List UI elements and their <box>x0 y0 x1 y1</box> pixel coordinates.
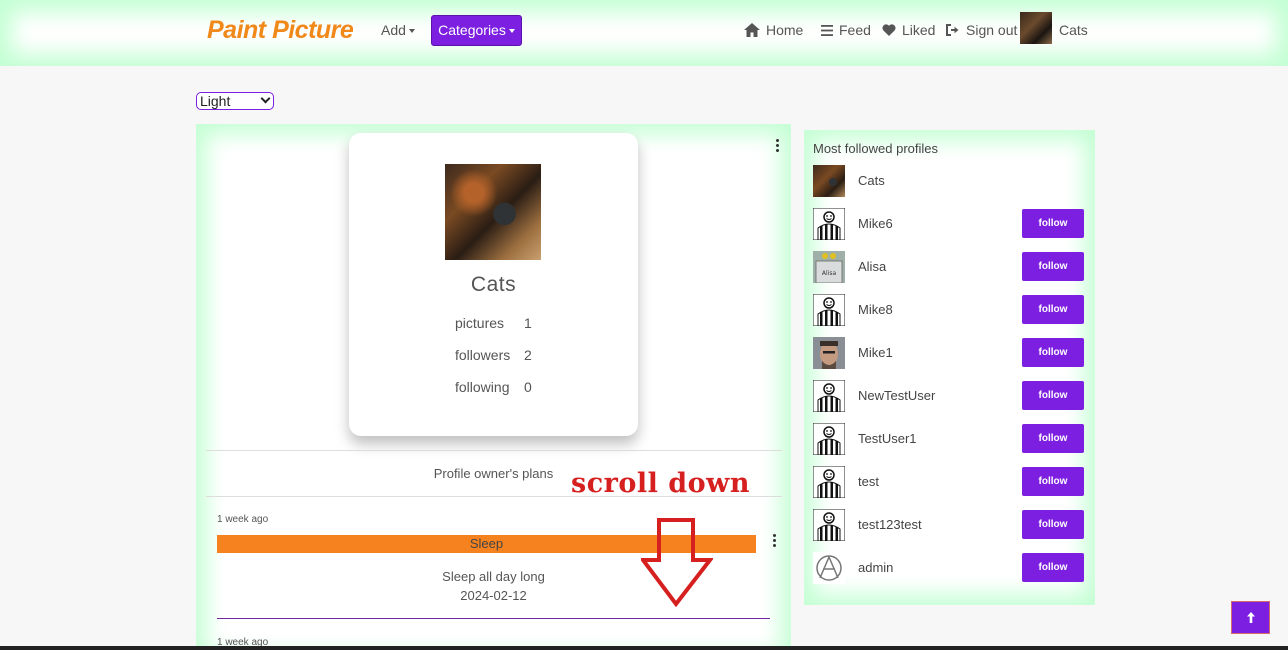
avatar[interactable] <box>813 380 845 412</box>
profile-name-link[interactable]: test123test <box>858 517 922 532</box>
divider <box>206 450 782 451</box>
theme-select-value: Light <box>200 93 231 109</box>
profile-row-mike8: Mike8 follow <box>804 294 1095 326</box>
add-dropdown[interactable]: Add <box>381 22 415 38</box>
bottom-edge <box>0 646 1288 650</box>
profile-row-admin: admin follow <box>804 552 1095 584</box>
sign-out-icon <box>946 24 959 36</box>
nav-signout[interactable]: Sign out <box>946 20 1017 40</box>
profile-row-mike6: Mike6 follow <box>804 208 1095 240</box>
follow-button[interactable]: follow <box>1022 209 1084 238</box>
stat-following-value: 0 <box>524 379 532 395</box>
follow-button[interactable]: follow <box>1022 553 1084 582</box>
follow-button[interactable]: follow <box>1022 424 1084 453</box>
profile-name-link[interactable]: Mike1 <box>858 345 893 360</box>
stat-pictures-value: 1 <box>524 315 532 331</box>
follow-button[interactable]: follow <box>1022 381 1084 410</box>
profile-row-testuser1: TestUser1 follow <box>804 423 1095 455</box>
avatar[interactable] <box>813 294 845 326</box>
sidebar-title: Most followed profiles <box>813 141 938 156</box>
avatar[interactable] <box>813 208 845 240</box>
categories-dropdown[interactable]: Categories <box>431 15 522 46</box>
more-options-icon[interactable] <box>776 139 780 154</box>
follow-button[interactable]: follow <box>1022 510 1084 539</box>
profile-name-link[interactable]: TestUser1 <box>858 431 917 446</box>
home-label: Home <box>766 22 804 38</box>
list-icon <box>821 24 833 36</box>
profile-row-cats: Cats <box>804 165 1095 197</box>
add-label: Add <box>381 22 406 38</box>
profile-name-link[interactable]: Cats <box>858 173 885 188</box>
follow-button[interactable]: follow <box>1022 295 1084 324</box>
back-to-top-button[interactable] <box>1231 601 1270 634</box>
arrow-down-icon <box>641 518 713 607</box>
follow-button[interactable]: follow <box>1022 338 1084 367</box>
profile-image <box>445 164 541 260</box>
user-label: Cats <box>1059 22 1088 38</box>
nav-liked[interactable]: Liked <box>882 20 935 40</box>
heart-icon <box>882 24 896 36</box>
liked-label: Liked <box>902 22 936 38</box>
theme-select[interactable]: Light <box>196 92 274 110</box>
avatar[interactable] <box>813 423 845 455</box>
stat-followers-label: followers <box>455 347 511 363</box>
profile-row-alisa: Alisa Alisa follow <box>804 251 1095 283</box>
avatar[interactable] <box>813 509 845 541</box>
profile-card: Cats pictures 1 followers 2 following 0 <box>349 133 638 436</box>
navbar: Paint Picture Add Categories Home Feed L… <box>0 0 1288 66</box>
user-avatar[interactable] <box>1020 12 1052 44</box>
follow-button[interactable]: follow <box>1022 252 1084 281</box>
plan-options-icon[interactable] <box>773 534 777 549</box>
profile-name: Cats <box>470 273 517 296</box>
avatar[interactable]: Alisa <box>813 251 845 283</box>
nav-feed[interactable]: Feed <box>821 20 871 40</box>
profile-name-link[interactable]: NewTestUser <box>858 388 935 403</box>
arrow-up-icon <box>1246 612 1255 623</box>
avatar[interactable] <box>813 552 845 584</box>
chevron-down-icon <box>260 93 271 104</box>
stat-following-label: following <box>455 379 510 395</box>
avatar[interactable] <box>813 165 845 197</box>
brand-logo[interactable]: Paint Picture <box>207 16 354 45</box>
avatar[interactable] <box>813 466 845 498</box>
stat-pictures-label: pictures <box>455 315 505 331</box>
profile-name-link[interactable]: test <box>858 474 879 489</box>
categories-label: Categories <box>438 22 506 38</box>
nav-user[interactable]: Cats <box>1059 20 1088 40</box>
plan-time: 1 week ago <box>217 514 269 525</box>
profile-name-link[interactable]: Alisa <box>858 259 886 274</box>
profile-name-link[interactable]: admin <box>858 560 893 575</box>
stat-followers-value: 2 <box>524 347 532 363</box>
signout-label: Sign out <box>966 22 1018 38</box>
caret-down-icon <box>508 29 515 34</box>
feed-label: Feed <box>839 22 871 38</box>
svg-text:Alisa: Alisa <box>822 270 837 277</box>
profile-name-link[interactable]: Mike6 <box>858 216 893 231</box>
profile-row-test123test: test123test follow <box>804 509 1095 541</box>
follow-button[interactable]: follow <box>1022 467 1084 496</box>
profile-name-link[interactable]: Mike8 <box>858 302 893 317</box>
most-followed-panel: Most followed profiles Cats Mike6 follow Al… <box>804 130 1095 605</box>
profile-row-mike1: Mike1 follow <box>804 337 1095 369</box>
caret-down-icon <box>408 29 415 34</box>
home-icon <box>744 23 760 37</box>
profile-row-test: test follow <box>804 466 1095 498</box>
avatar[interactable] <box>813 337 845 369</box>
nav-home[interactable]: Home <box>744 20 803 40</box>
profile-row-newtestuser: NewTestUser follow <box>804 380 1095 412</box>
plan-separator <box>217 618 770 619</box>
scroll-down-annotation: scroll down <box>571 468 751 499</box>
